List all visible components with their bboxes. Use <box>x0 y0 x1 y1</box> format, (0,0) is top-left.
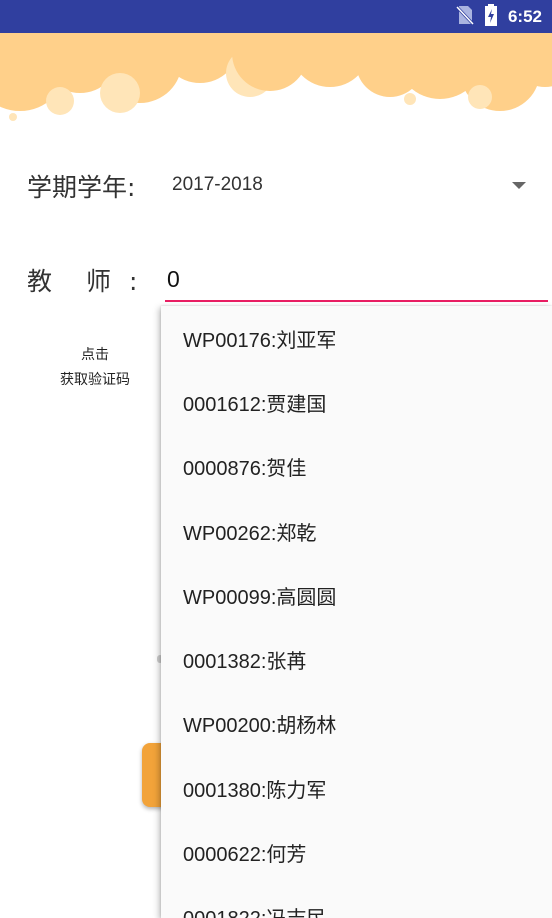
captcha-line2: 获取验证码 <box>60 372 130 388</box>
term-label: 学期学年: <box>27 173 136 202</box>
status-bar: 6:52 <box>0 0 552 33</box>
dropdown-arrow-icon <box>512 182 526 189</box>
teacher-label: 教 师: <box>27 262 137 298</box>
suggestion-item[interactable]: 0001612:贾建国 <box>161 370 552 434</box>
status-time: 6:52 <box>507 6 542 26</box>
no-sim-icon <box>455 5 475 29</box>
captcha-line1: 点击 <box>81 347 109 363</box>
suggestion-item[interactable]: WP00176:刘亚军 <box>161 306 552 370</box>
captcha-button[interactable]: 点击 获取验证码 <box>40 343 150 393</box>
suggestion-item[interactable]: 0001822:冯志民 <box>161 885 552 918</box>
suggestion-item[interactable]: 0001382:张苒 <box>161 627 552 691</box>
term-select[interactable]: 2017-2018 <box>160 166 536 206</box>
teacher-label-char2: 师 <box>86 267 112 296</box>
battery-charging-icon <box>484 3 498 30</box>
suggestion-item[interactable]: WP00262:郑乾 <box>161 499 552 563</box>
suggestion-item[interactable]: 0000622:何芳 <box>161 820 552 884</box>
suggestion-item[interactable]: WP00200:胡杨林 <box>161 692 552 756</box>
teacher-suggestion-dropdown[interactable]: WP00176:刘亚军 0001612:贾建国 0000876:贺佳 WP002… <box>161 306 552 918</box>
term-select-value: 2017-2018 <box>172 174 263 195</box>
teacher-label-char1: 教 <box>27 267 53 296</box>
teacher-input[interactable] <box>165 258 548 302</box>
suggestion-item[interactable]: 0000876:贺佳 <box>161 435 552 499</box>
teacher-label-colon: : <box>129 267 138 296</box>
suggestion-item[interactable]: WP00099:高圆圆 <box>161 563 552 627</box>
suggestion-item[interactable]: 0001380:陈力军 <box>161 756 552 820</box>
cloud-header-decoration <box>0 33 552 121</box>
status-icons: 6:52 <box>455 0 542 33</box>
